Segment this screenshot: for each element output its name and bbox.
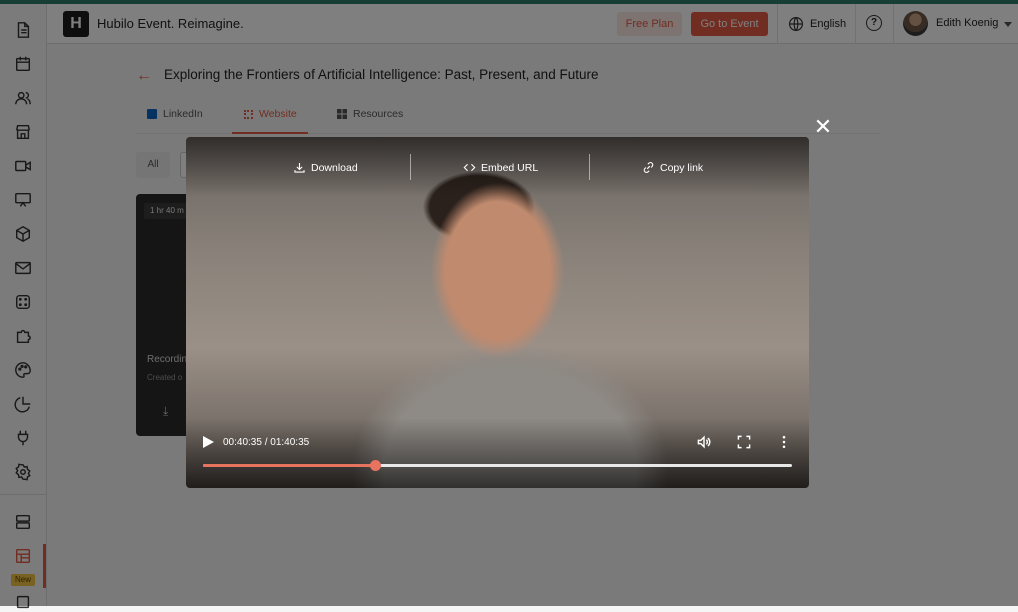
progress-thumb[interactable] xyxy=(369,460,381,471)
link-icon xyxy=(643,162,654,173)
close-icon[interactable]: ✕ xyxy=(813,116,833,138)
volume-icon[interactable] xyxy=(696,434,714,452)
video-bottom-gradient xyxy=(186,418,809,488)
action-divider xyxy=(410,154,411,180)
time-display: 00:40:35 / 01:40:35 xyxy=(223,437,310,448)
embed-url-label: Embed URL xyxy=(481,161,539,174)
progress-fill xyxy=(203,464,375,467)
download-label: Download xyxy=(311,161,358,174)
copy-link-button[interactable]: Copy link xyxy=(642,161,703,174)
fullscreen-icon[interactable] xyxy=(736,434,754,452)
video-player[interactable]: Download Embed URL Copy link 00:40:35 / … xyxy=(186,137,809,488)
action-divider xyxy=(589,154,590,180)
code-icon xyxy=(463,163,476,172)
embed-url-button[interactable]: Embed URL xyxy=(463,161,538,174)
play-icon[interactable] xyxy=(203,436,214,448)
download-icon xyxy=(294,162,305,173)
more-options-icon[interactable] xyxy=(776,434,794,452)
progress-track[interactable] xyxy=(203,460,792,471)
download-button[interactable]: Download xyxy=(293,161,358,174)
copy-link-label: Copy link xyxy=(660,161,704,174)
